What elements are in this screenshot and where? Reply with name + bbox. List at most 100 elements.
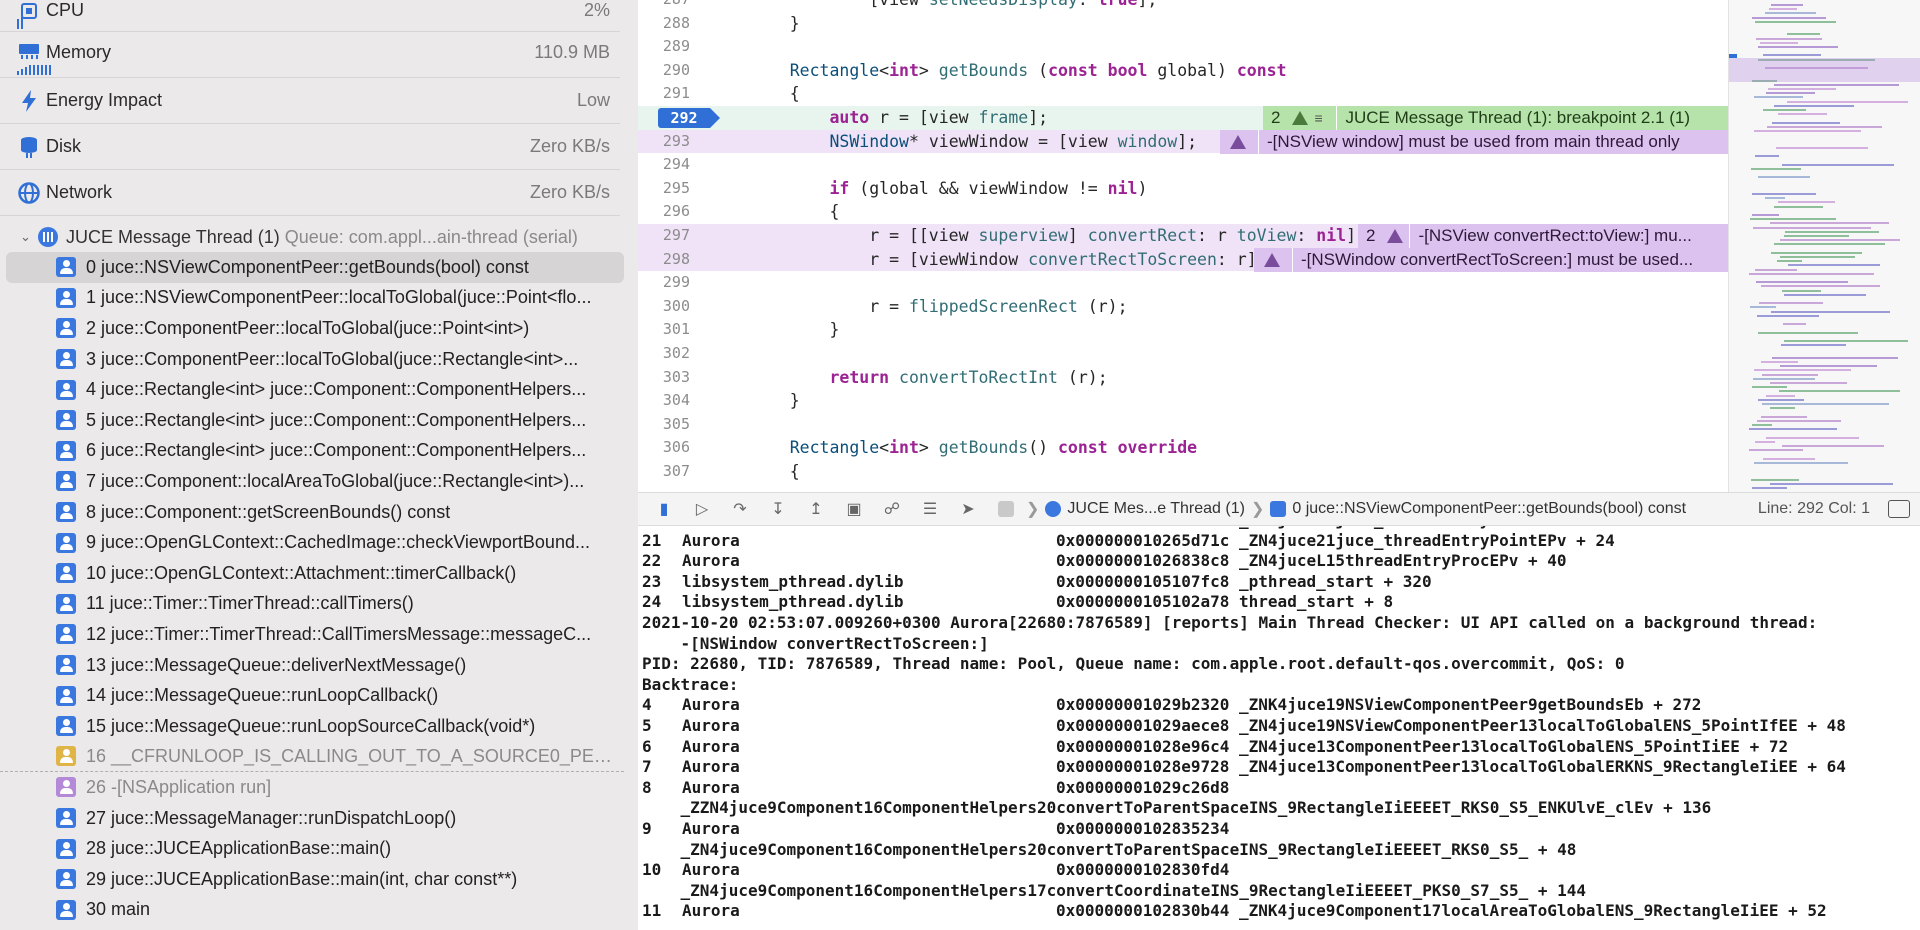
breakpoints-toggle-icon[interactable]: ▮ (652, 499, 676, 519)
runtime-warning-298[interactable]: -[NSWindow convertRectToScreen:] must be… (1254, 248, 1728, 272)
code-line[interactable]: 291 { (638, 82, 1728, 106)
stack-frame[interactable]: 0 juce::NSViewComponentPeer::getBounds(b… (6, 252, 624, 283)
stack-frame[interactable]: 29 juce::JUCEApplicationBase::main(int, … (0, 864, 624, 895)
source-editor[interactable]: 287 [view setNeedsDisplay: true];288 }28… (638, 0, 1728, 492)
line-number[interactable]: 300 (638, 295, 690, 319)
thread-row[interactable]: ⌄ JUCE Message Thread (1) Queue: com.app… (0, 222, 620, 252)
minimap-line (1784, 235, 1849, 237)
step-over-icon[interactable]: ↷ (728, 499, 752, 519)
chevron-down-icon[interactable]: ⌄ (20, 229, 31, 245)
line-number[interactable]: 294 (638, 153, 690, 177)
code-text: auto r = [view frame]; (829, 108, 1049, 127)
step-into-icon[interactable]: ↧ (766, 499, 790, 519)
code-line[interactable]: 288 } (638, 12, 1728, 36)
minimap-line (1782, 163, 1894, 166)
gauge-memory[interactable]: Memory 110.9 MB (0, 32, 620, 78)
stack-frame[interactable]: 3 juce::ComponentPeer::localToGlobal(juc… (0, 344, 624, 375)
line-number[interactable]: 297 (638, 224, 690, 248)
memory-sparkline (17, 65, 51, 75)
gauge-energy[interactable]: Energy Impact Low (0, 78, 620, 124)
line-number[interactable]: 289 (638, 35, 690, 59)
stack-frame[interactable]: 10 juce::OpenGLContext::Attachment::time… (0, 558, 624, 589)
gauge-cpu[interactable]: CPU 2% (0, 0, 620, 32)
code-line[interactable]: 301 } (638, 318, 1728, 342)
line-number[interactable]: 306 (638, 436, 690, 460)
line-number[interactable]: 298 (638, 248, 690, 272)
line-number[interactable]: 305 (638, 413, 690, 437)
stack-frame[interactable]: 8 juce::Component::getScreenBounds() con… (0, 497, 624, 528)
user-frame-icon (56, 379, 76, 400)
gauge-network[interactable]: Network Zero KB/s (0, 170, 620, 216)
line-number[interactable]: 291 (638, 82, 690, 106)
code-line[interactable]: 302 (638, 342, 1728, 366)
step-out-icon[interactable]: ↥ (804, 499, 828, 519)
stack-frame[interactable]: 14 juce::MessageQueue::runLoopCallback() (0, 680, 624, 711)
line-number[interactable]: 287 (638, 0, 690, 12)
panel-toggle-icon[interactable] (1888, 500, 1910, 518)
code-line[interactable]: 289 (638, 35, 1728, 59)
frame-index: 5 (642, 716, 652, 735)
line-number[interactable]: 301 (638, 318, 690, 342)
line-number[interactable]: 290 (638, 59, 690, 83)
line-number[interactable]: 303 (638, 366, 690, 390)
stack-frame[interactable]: 5 juce::Rectangle<int> juce::Component::… (0, 405, 624, 436)
line-number[interactable]: 295 (638, 177, 690, 201)
code-line[interactable]: 295 if (global && viewWindow != nil) (638, 177, 1728, 201)
stack-frame[interactable]: 4 juce::Rectangle<int> juce::Component::… (0, 374, 624, 405)
stack-frame[interactable]: 2 juce::ComponentPeer::localToGlobal(juc… (0, 313, 624, 344)
minimap-line (1787, 100, 1908, 103)
code-line[interactable]: 299 (638, 271, 1728, 295)
stack-frame[interactable]: 15 juce::MessageQueue::runLoopSourceCall… (0, 711, 624, 742)
code-line[interactable]: 294 (638, 153, 1728, 177)
line-number[interactable]: 288 (638, 12, 690, 36)
memory-graph-icon[interactable]: ☍ (880, 499, 904, 519)
runtime-warning-297[interactable]: 2 -[NSView convertRect:toView:] mu... (1358, 224, 1728, 248)
stack-frame[interactable]: 27 juce::MessageManager::runDispatchLoop… (0, 803, 624, 834)
console-text: 2021-10-20 02:53:07.009260+0300 Aurora[2… (642, 613, 1818, 632)
code-line[interactable]: 307 { (638, 460, 1728, 484)
minimap-line (1774, 83, 1899, 86)
stack-frame[interactable]: 28 juce::JUCEApplicationBase::main() (0, 833, 624, 864)
line-number[interactable]: 307 (638, 460, 690, 484)
line-number[interactable]: 299 (638, 271, 690, 295)
breakpoint-marker[interactable]: 292 (658, 108, 720, 128)
stack-frame[interactable]: 11 juce::Timer::TimerThread::callTimers(… (0, 589, 624, 620)
code-line[interactable]: 290 Rectangle<int> getBounds (const bool… (638, 59, 1728, 83)
simulate-location-icon[interactable]: ➤ (956, 499, 980, 519)
stack-frame[interactable]: 12 juce::Timer::TimerThread::CallTimersM… (0, 619, 624, 650)
stack-frame[interactable]: 9 juce::OpenGLContext::CachedImage::chec… (0, 527, 624, 558)
code-line[interactable]: 306 Rectangle<int> getBounds() const ove… (638, 436, 1728, 460)
breadcrumb-frame[interactable]: 0 juce::NSViewComponentPeer::getBounds(b… (1292, 500, 1686, 518)
code-line[interactable]: 300 r = flippedScreenRect (r); (638, 295, 1728, 319)
runtime-warning-293[interactable]: -[NSView window] must be used from main … (1220, 130, 1728, 154)
line-number[interactable]: 302 (638, 342, 690, 366)
breadcrumb-thread[interactable]: JUCE Mes...e Thread (1) (1067, 500, 1245, 518)
gauge-disk[interactable]: Disk Zero KB/s (0, 124, 620, 170)
code-line[interactable]: 305 (638, 413, 1728, 437)
line-number[interactable]: 293 (638, 130, 690, 154)
code-line[interactable]: 304 } (638, 389, 1728, 413)
code-line[interactable]: 287 [view setNeedsDisplay: true]; (638, 0, 1728, 12)
thread-queue: Queue: com.appl...ain-thread (serial) (284, 226, 578, 247)
library-frame-icon (56, 777, 76, 798)
stack-frame[interactable]: 7 juce::Component::localAreaToGlobal(juc… (0, 466, 624, 497)
stack-frame[interactable]: 13 juce::MessageQueue::deliverNextMessag… (0, 650, 624, 681)
line-number[interactable]: 296 (638, 200, 690, 224)
frame-address: 0x0000000102830fd4 (1056, 860, 1230, 880)
line-number[interactable]: 304 (638, 389, 690, 413)
editor-minimap[interactable] (1728, 0, 1920, 492)
stack-frame[interactable]: 26 -[NSApplication run] (0, 772, 624, 803)
code-text: { (750, 84, 800, 104)
stack-frame[interactable]: 1 juce::NSViewComponentPeer::localToGlob… (0, 283, 624, 314)
breakpoint-annotation[interactable]: 2 ≡ JUCE Message Thread (1): breakpoint … (1263, 106, 1728, 130)
stack-frame[interactable]: 30 main (0, 895, 624, 926)
stack-frame[interactable]: 16 __CFRUNLOOP_IS_CALLING_OUT_TO_A_SOURC… (0, 742, 624, 773)
continue-icon[interactable]: ▷ (690, 499, 714, 519)
debug-view-hierarchy-icon[interactable]: ▣ (842, 499, 866, 519)
debug-console[interactable]: 20Aurora0x000000010265d71c _ZN4juce21juc… (638, 526, 1920, 930)
stack-frame[interactable]: 6 juce::Rectangle<int> juce::Component::… (0, 436, 624, 467)
environment-overrides-icon[interactable]: ☰ (918, 499, 942, 519)
code-line[interactable]: 296 { (638, 200, 1728, 224)
code-line[interactable]: 303 return convertToRectInt (r); (638, 366, 1728, 390)
user-frame-icon (56, 563, 76, 584)
